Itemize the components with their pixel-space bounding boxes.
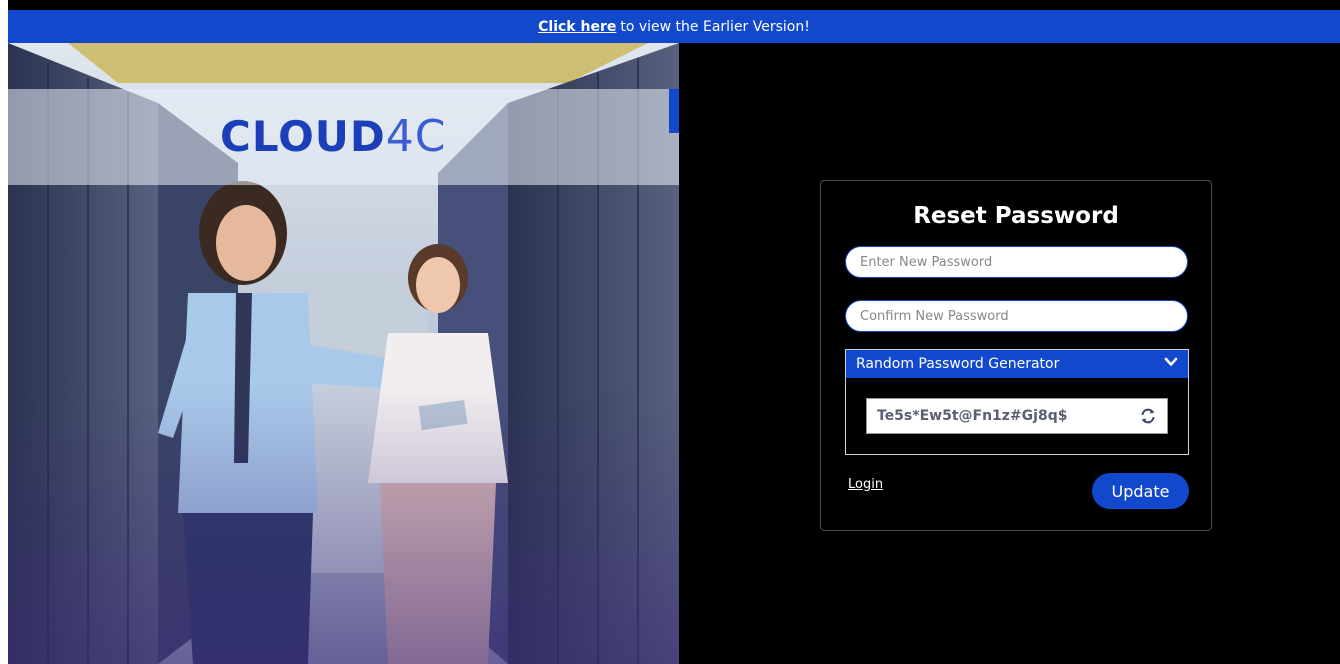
page-title: Reset Password	[913, 203, 1119, 229]
earlier-version-banner: Click here to view the Earlier Version!	[8, 10, 1340, 43]
new-password-field[interactable]	[845, 246, 1188, 278]
generated-password-field[interactable]: Te5s*Ew5t@Fn1z#Gj8q$	[866, 398, 1168, 434]
password-generator-label: Random Password Generator	[856, 356, 1060, 372]
chevron-down-icon	[1164, 355, 1178, 373]
cloud4c-logo: CLOUD4C	[220, 111, 446, 162]
logo-accent-bar	[669, 89, 679, 133]
banner-text: to view the Earlier Version!	[620, 18, 810, 35]
generated-password-value: Te5s*Ew5t@Fn1z#Gj8q$	[877, 408, 1068, 424]
earlier-version-link[interactable]: Click here	[538, 19, 616, 35]
hero-image: CLOUD4C	[8, 43, 679, 664]
logo-light: 4C	[385, 111, 447, 162]
confirm-password-field[interactable]	[845, 300, 1188, 332]
password-generator-toggle[interactable]: Random Password Generator	[846, 350, 1188, 378]
reset-password-card: Reset Password Random Password Generator…	[820, 180, 1212, 531]
login-link[interactable]: Login	[848, 477, 883, 492]
reset-password-page: Click here to view the Earlier Version!	[0, 0, 1340, 664]
password-generator-panel: Random Password Generator Te5s*Ew5t@Fn1z…	[845, 349, 1189, 455]
refresh-icon[interactable]	[1139, 407, 1157, 425]
logo-bold: CLOUD	[220, 112, 386, 161]
left-gutter	[0, 0, 8, 664]
update-button[interactable]: Update	[1092, 473, 1189, 509]
